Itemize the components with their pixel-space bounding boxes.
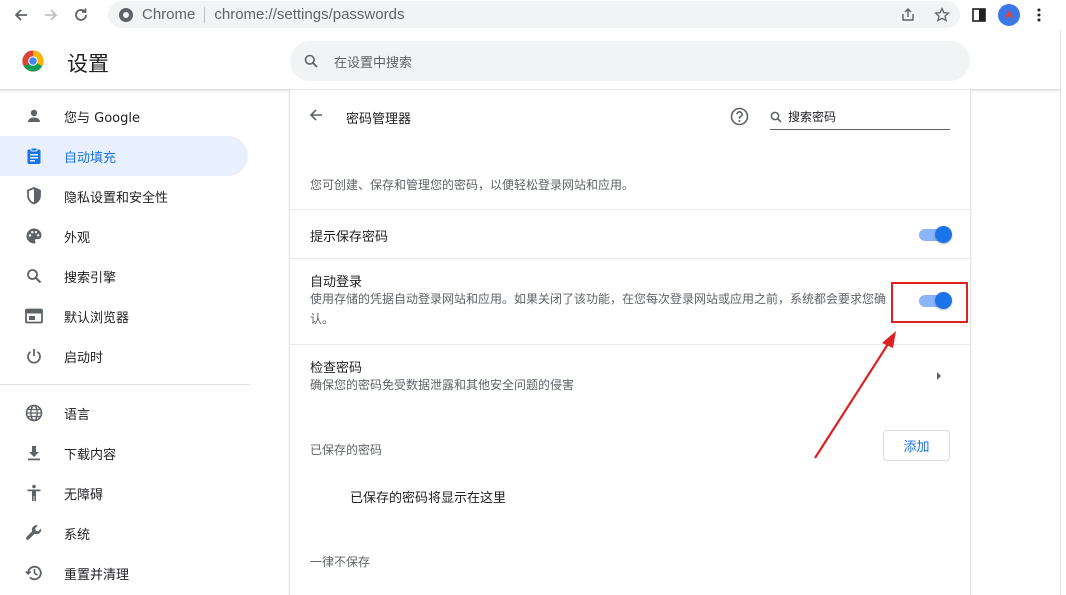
sidebar-item-default-browser[interactable]: 默认浏览器 bbox=[0, 296, 248, 336]
settings-search-input[interactable]: 在设置中搜索 bbox=[290, 41, 970, 81]
auto-signin-label: 自动登录 bbox=[310, 275, 363, 290]
globe-icon bbox=[24, 403, 44, 423]
more-vert-icon bbox=[1037, 8, 1041, 22]
back-arrow-icon bbox=[14, 9, 27, 21]
never-saved-heading: 一律不保存 bbox=[310, 555, 371, 569]
sidebar-item-label: 下载内容 bbox=[64, 447, 117, 463]
sidebar-item-accessibility[interactable]: 无障碍 bbox=[0, 473, 248, 513]
password-search-input[interactable]: 搜索密码 bbox=[770, 104, 950, 130]
sidebar-item-label: 外观 bbox=[64, 230, 91, 246]
sidebar-divider bbox=[0, 384, 250, 385]
menu-button[interactable] bbox=[1024, 0, 1054, 30]
auto-signin-row[interactable]: 自动登录 使用存储的凭据自动登录网站和应用。如果关闭了该功能，在您每次登录网站或… bbox=[290, 258, 970, 344]
palette-icon bbox=[24, 226, 44, 246]
sidebar-item-autofill[interactable]: 自动填充 bbox=[0, 136, 248, 176]
history-icon bbox=[24, 563, 44, 583]
sidebar-item-label: 语言 bbox=[64, 407, 91, 423]
profile-button[interactable] bbox=[994, 0, 1024, 30]
sidebar-item-appearance[interactable]: 外观 bbox=[0, 216, 248, 256]
back-button[interactable] bbox=[6, 0, 36, 30]
help-icon[interactable] bbox=[730, 107, 749, 126]
sidebar-item-label: 隐私设置和安全性 bbox=[64, 190, 169, 206]
sidebar-item-on-startup[interactable]: 启动时 bbox=[0, 336, 248, 376]
offer-save-row[interactable]: 提示保存密码 bbox=[290, 209, 970, 258]
saved-passwords-heading: 已保存的密码 bbox=[310, 443, 383, 457]
reload-button[interactable] bbox=[66, 0, 96, 30]
sidebar-item-label: 自动填充 bbox=[64, 150, 117, 166]
person-icon bbox=[24, 106, 44, 126]
search-icon bbox=[24, 266, 44, 286]
browser-toolbar: Chrome chrome://settings/passwords bbox=[0, 0, 1066, 30]
site-name: Chrome bbox=[142, 6, 196, 23]
sidebar-item-languages[interactable]: 语言 bbox=[0, 393, 248, 433]
sidebar-item-downloads[interactable]: 下载内容 bbox=[0, 433, 248, 473]
toggle-knob bbox=[935, 226, 952, 243]
address-bar[interactable]: Chrome chrome://settings/passwords bbox=[108, 1, 960, 28]
sidebar-item-label: 无障碍 bbox=[64, 487, 104, 503]
forward-arrow-icon bbox=[45, 9, 58, 21]
auto-signin-description: 使用存储的凭据自动登录网站和应用。如果关闭了该功能，在您每次登录网站或应用之前，… bbox=[310, 292, 887, 326]
sidebar-item-system[interactable]: 系统 bbox=[0, 513, 248, 553]
settings-sidebar: 您与 Google 自动填充 隐私设置和安全性 外观 搜索引擎 默认浏览器 启动… bbox=[0, 96, 260, 595]
search-icon bbox=[304, 54, 318, 68]
check-passwords-row[interactable]: 检查密码 确保您的密码免受数据泄露和其他安全问题的侵害 bbox=[290, 344, 970, 410]
omnibox-divider bbox=[204, 6, 206, 23]
omnibox-actions bbox=[900, 1, 950, 28]
offer-save-toggle[interactable] bbox=[919, 226, 952, 243]
shield-icon bbox=[24, 186, 44, 206]
sidebar-item-label: 重置并清理 bbox=[64, 567, 130, 583]
password-search-placeholder: 搜索密码 bbox=[788, 110, 837, 124]
password-manager-description: 您可创建、保存和管理您的密码，以便轻松登录网站和应用。 bbox=[310, 178, 635, 192]
url-text: chrome://settings/passwords bbox=[214, 6, 405, 23]
page-title: 设置 bbox=[67, 52, 109, 76]
sidebar-item-search-engine[interactable]: 搜索引擎 bbox=[0, 256, 248, 296]
wrench-icon bbox=[24, 523, 44, 543]
sidebar-item-you-and-google[interactable]: 您与 Google bbox=[0, 96, 248, 136]
check-passwords-description: 确保您的密码免受数据泄露和其他安全问题的侵害 bbox=[310, 378, 575, 392]
check-passwords-label: 检查密码 bbox=[310, 361, 363, 376]
sidebar-item-label: 默认浏览器 bbox=[64, 310, 130, 326]
add-password-button[interactable]: 添加 bbox=[883, 430, 950, 461]
annotation-highlight-box bbox=[891, 282, 968, 323]
chrome-site-icon bbox=[119, 7, 133, 22]
back-arrow-icon[interactable] bbox=[308, 107, 324, 123]
card-title: 密码管理器 bbox=[346, 112, 412, 127]
settings-header: 设置 在设置中搜索 bbox=[0, 30, 1060, 90]
clipboard-icon bbox=[24, 146, 44, 166]
side-panel-icon bbox=[972, 8, 986, 22]
share-icon[interactable] bbox=[900, 7, 916, 23]
side-panel-button[interactable] bbox=[964, 0, 994, 30]
search-placeholder: 在设置中搜索 bbox=[334, 55, 413, 71]
sidebar-item-label: 系统 bbox=[64, 527, 91, 543]
browser-icon bbox=[24, 306, 44, 326]
chrome-logo-icon bbox=[22, 50, 44, 72]
sidebar-item-label: 搜索引擎 bbox=[64, 270, 117, 286]
card-header: 密码管理器 搜索密码 bbox=[290, 90, 970, 146]
bookmark-star-icon[interactable] bbox=[934, 6, 950, 23]
toolbar-right bbox=[964, 0, 1066, 30]
password-manager-card: 密码管理器 搜索密码 您可创建、保存和管理您的密码，以便轻松登录网站和应用。 提… bbox=[290, 90, 970, 595]
power-icon bbox=[24, 346, 44, 366]
accessibility-icon bbox=[24, 483, 44, 503]
search-icon bbox=[770, 111, 782, 123]
download-icon bbox=[24, 443, 44, 463]
chevron-right-icon[interactable] bbox=[935, 371, 943, 381]
sidebar-item-reset[interactable]: 重置并清理 bbox=[0, 553, 248, 593]
forward-button[interactable] bbox=[36, 0, 66, 30]
reload-icon bbox=[75, 8, 87, 21]
sidebar-item-label: 启动时 bbox=[64, 350, 104, 366]
scrollbar[interactable] bbox=[1060, 30, 1066, 595]
avatar-icon bbox=[1004, 10, 1014, 19]
sidebar-item-privacy[interactable]: 隐私设置和安全性 bbox=[0, 176, 248, 216]
saved-passwords-empty-message: 已保存的密码将显示在这里 bbox=[350, 491, 507, 506]
sidebar-item-label: 您与 Google bbox=[64, 110, 140, 126]
avatar bbox=[998, 4, 1020, 26]
offer-save-label: 提示保存密码 bbox=[310, 230, 389, 245]
